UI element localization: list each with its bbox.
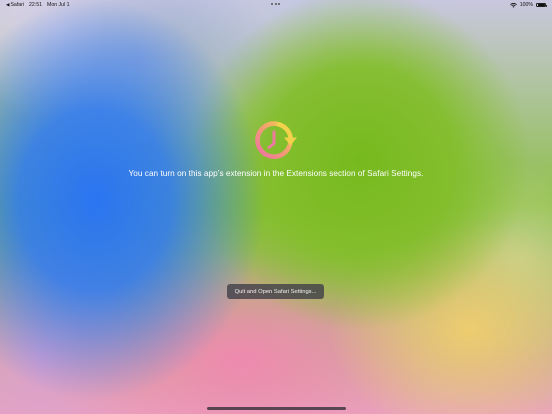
back-app-label: Safari [10,2,25,8]
back-arrow-icon: ◀ [6,1,10,7]
clock-refresh-icon [255,121,297,159]
status-time: 22:51 [29,2,43,8]
battery-fill [537,4,545,6]
wallpaper-background [0,0,552,414]
dot [271,3,273,5]
multitasking-dots-icon[interactable] [271,3,280,5]
battery-percent: 100% [519,2,533,8]
extension-instructions-text: You can turn on this app’s extension in … [128,169,424,178]
status-bar: ◀ Safari 22:51 Mon Jul 1 100% [0,0,552,11]
status-right: 100% [509,2,547,8]
battery-icon [536,2,547,8]
wifi-icon [509,2,517,8]
status-date: Mon Jul 1 [47,2,70,8]
status-left: ◀ Safari 22:51 Mon Jul 1 [6,2,70,8]
quit-and-open-safari-settings-button[interactable]: Quit and Open Safari Settings... [227,284,324,299]
dot [274,3,277,5]
safari-extension-screen: ◀ Safari 22:51 Mon Jul 1 100% You can tu… [0,0,552,414]
dot [278,3,280,5]
home-indicator[interactable] [207,407,346,410]
back-to-safari-button[interactable]: ◀ Safari [6,2,24,8]
